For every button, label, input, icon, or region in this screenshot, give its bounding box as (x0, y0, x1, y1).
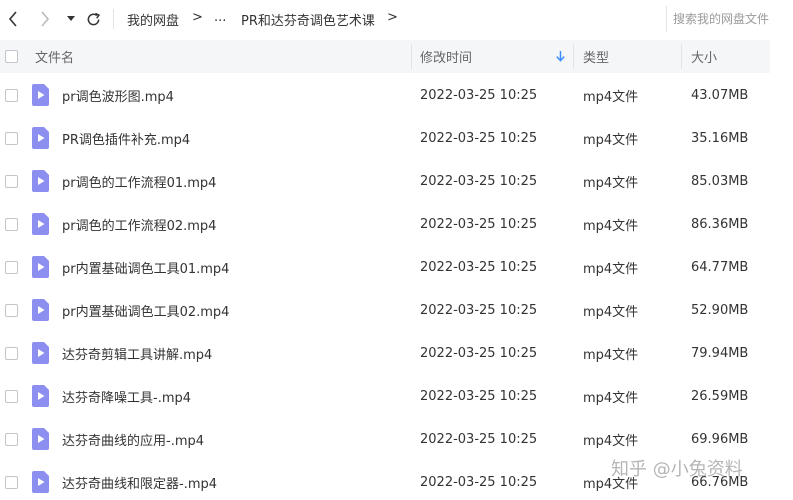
file-type: mp4文件 (583, 391, 639, 406)
file-size: 79.94MB (691, 346, 749, 361)
file-row[interactable]: PR调色插件补充.mp4 2022-03-25 10:25 mp4文件 35.16MB (0, 117, 770, 160)
file-type: mp4文件 (583, 133, 639, 148)
file-modified-time: 2022-03-25 10:25 (420, 303, 538, 318)
file-modified-time: 2022-03-25 10:25 (420, 88, 538, 103)
row-checkbox[interactable] (5, 218, 18, 231)
file-name[interactable]: pr内置基础调色工具01.mp4 (62, 246, 229, 289)
row-checkbox[interactable] (5, 175, 18, 188)
video-file-icon (32, 471, 49, 493)
file-modified-time: 2022-03-25 10:25 (420, 346, 538, 361)
file-size: 69.96MB (691, 432, 749, 447)
file-modified-time: 2022-03-25 10:25 (420, 260, 538, 275)
column-header-type[interactable]: 类型 (583, 40, 609, 73)
file-modified-time: 2022-03-25 10:25 (420, 217, 538, 232)
file-type: mp4文件 (583, 90, 639, 105)
file-type: mp4文件 (583, 219, 639, 234)
caret-down-icon (67, 16, 75, 21)
file-row[interactable]: pr调色波形图.mp4 2022-03-25 10:25 mp4文件 43.07MB (0, 74, 770, 117)
toolbar-divider (113, 9, 114, 29)
file-type: mp4文件 (583, 176, 639, 191)
video-file-icon (32, 299, 49, 321)
row-checkbox[interactable] (5, 304, 18, 317)
file-size: 26.59MB (691, 389, 749, 404)
file-size: 64.77MB (691, 260, 749, 275)
refresh-icon (87, 12, 100, 25)
file-row[interactable]: pr调色的工作流程01.mp4 2022-03-25 10:25 mp4文件 85.0… (0, 160, 770, 203)
file-name[interactable]: PR调色插件补充.mp4 (62, 117, 190, 160)
file-table-header: 文件名 修改时间 类型 大小 (0, 40, 770, 73)
file-name[interactable]: pr调色的工作流程02.mp4 (62, 203, 216, 246)
breadcrumb-item-root[interactable]: 我的网盘 (127, 10, 179, 29)
file-name[interactable]: pr内置基础调色工具02.mp4 (62, 289, 229, 332)
video-file-icon (32, 170, 49, 192)
file-row[interactable]: 达芬奇降噪工具-.mp4 2022-03-25 10:25 mp4文件 26.59MB (0, 375, 770, 418)
refresh-button[interactable] (83, 8, 103, 30)
file-type: mp4文件 (583, 305, 639, 320)
breadcrumb-separator: > (387, 10, 398, 25)
file-name[interactable]: 达芬奇曲线和限定器-.mp4 (62, 461, 217, 500)
file-size: 86.36MB (691, 217, 749, 232)
video-file-icon (32, 385, 49, 407)
column-divider (411, 44, 412, 69)
chevron-right-icon (41, 11, 50, 27)
file-name[interactable]: 达芬奇降噪工具-.mp4 (62, 375, 191, 418)
column-header-size[interactable]: 大小 (691, 40, 717, 73)
file-name[interactable]: pr调色的工作流程01.mp4 (62, 160, 216, 203)
column-divider (573, 44, 574, 69)
sort-desc-button[interactable] (556, 40, 565, 73)
column-header-modified[interactable]: 修改时间 (420, 40, 472, 73)
column-header-name[interactable]: 文件名 (35, 40, 74, 73)
back-button[interactable] (4, 8, 22, 30)
file-size: 35.16MB (691, 131, 749, 146)
file-modified-time: 2022-03-25 10:25 (420, 174, 538, 189)
row-checkbox[interactable] (5, 132, 18, 145)
scrollbar-track[interactable] (770, 38, 793, 500)
row-checkbox[interactable] (5, 433, 18, 446)
file-type: mp4文件 (583, 477, 639, 492)
column-divider (681, 44, 682, 69)
file-size: 52.90MB (691, 303, 749, 318)
file-row[interactable]: 达芬奇曲线的应用-.mp4 2022-03-25 10:25 mp4文件 69.96M… (0, 418, 770, 461)
file-size: 43.07MB (691, 88, 749, 103)
file-type: mp4文件 (583, 348, 639, 363)
file-name[interactable]: 达芬奇剪辑工具讲解.mp4 (62, 332, 212, 375)
row-checkbox[interactable] (5, 476, 18, 489)
video-file-icon (32, 213, 49, 235)
file-size: 85.03MB (691, 174, 749, 189)
video-file-icon (32, 342, 49, 364)
history-dropdown-button[interactable] (64, 8, 78, 30)
file-name[interactable]: pr调色波形图.mp4 (62, 74, 174, 117)
file-row[interactable]: 达芬奇曲线和限定器-.mp4 2022-03-25 10:25 mp4文件 66.76… (0, 461, 770, 500)
row-checkbox[interactable] (5, 261, 18, 274)
file-size: 66.76MB (691, 475, 749, 490)
toolbar: 我的网盘 > ... PR和达芬奇调色艺术课 > (0, 0, 793, 38)
video-file-icon (32, 127, 49, 149)
file-row[interactable]: 达芬奇剪辑工具讲解.mp4 2022-03-25 10:25 mp4文件 79.94M… (0, 332, 770, 375)
select-all-checkbox[interactable] (5, 50, 18, 63)
file-row[interactable]: pr内置基础调色工具01.mp4 2022-03-25 10:25 mp4文件 64.… (0, 246, 770, 289)
row-checkbox[interactable] (5, 89, 18, 102)
video-file-icon (32, 256, 49, 278)
file-row[interactable]: pr调色的工作流程02.mp4 2022-03-25 10:25 mp4文件 86.3… (0, 203, 770, 246)
breadcrumb-item-ellipsis[interactable]: ... (214, 10, 226, 25)
forward-button[interactable] (36, 8, 54, 30)
video-file-icon (32, 428, 49, 450)
file-type: mp4文件 (583, 262, 639, 277)
file-modified-time: 2022-03-25 10:25 (420, 475, 538, 490)
row-checkbox[interactable] (5, 390, 18, 403)
file-modified-time: 2022-03-25 10:25 (420, 432, 538, 447)
file-type: mp4文件 (583, 434, 639, 449)
row-checkbox[interactable] (5, 347, 18, 360)
breadcrumb-item-current[interactable]: PR和达芬奇调色艺术课 (241, 10, 375, 29)
file-name[interactable]: 达芬奇曲线的应用-.mp4 (62, 418, 204, 461)
search-input[interactable] (673, 12, 793, 26)
file-modified-time: 2022-03-25 10:25 (420, 131, 538, 146)
breadcrumb-separator: > (192, 10, 203, 25)
file-row[interactable]: pr内置基础调色工具02.mp4 2022-03-25 10:25 mp4文件 52.… (0, 289, 770, 332)
search-box (666, 6, 793, 32)
video-file-icon (32, 84, 49, 106)
chevron-left-icon (8, 11, 17, 27)
arrow-down-icon (556, 51, 565, 62)
file-modified-time: 2022-03-25 10:25 (420, 389, 538, 404)
